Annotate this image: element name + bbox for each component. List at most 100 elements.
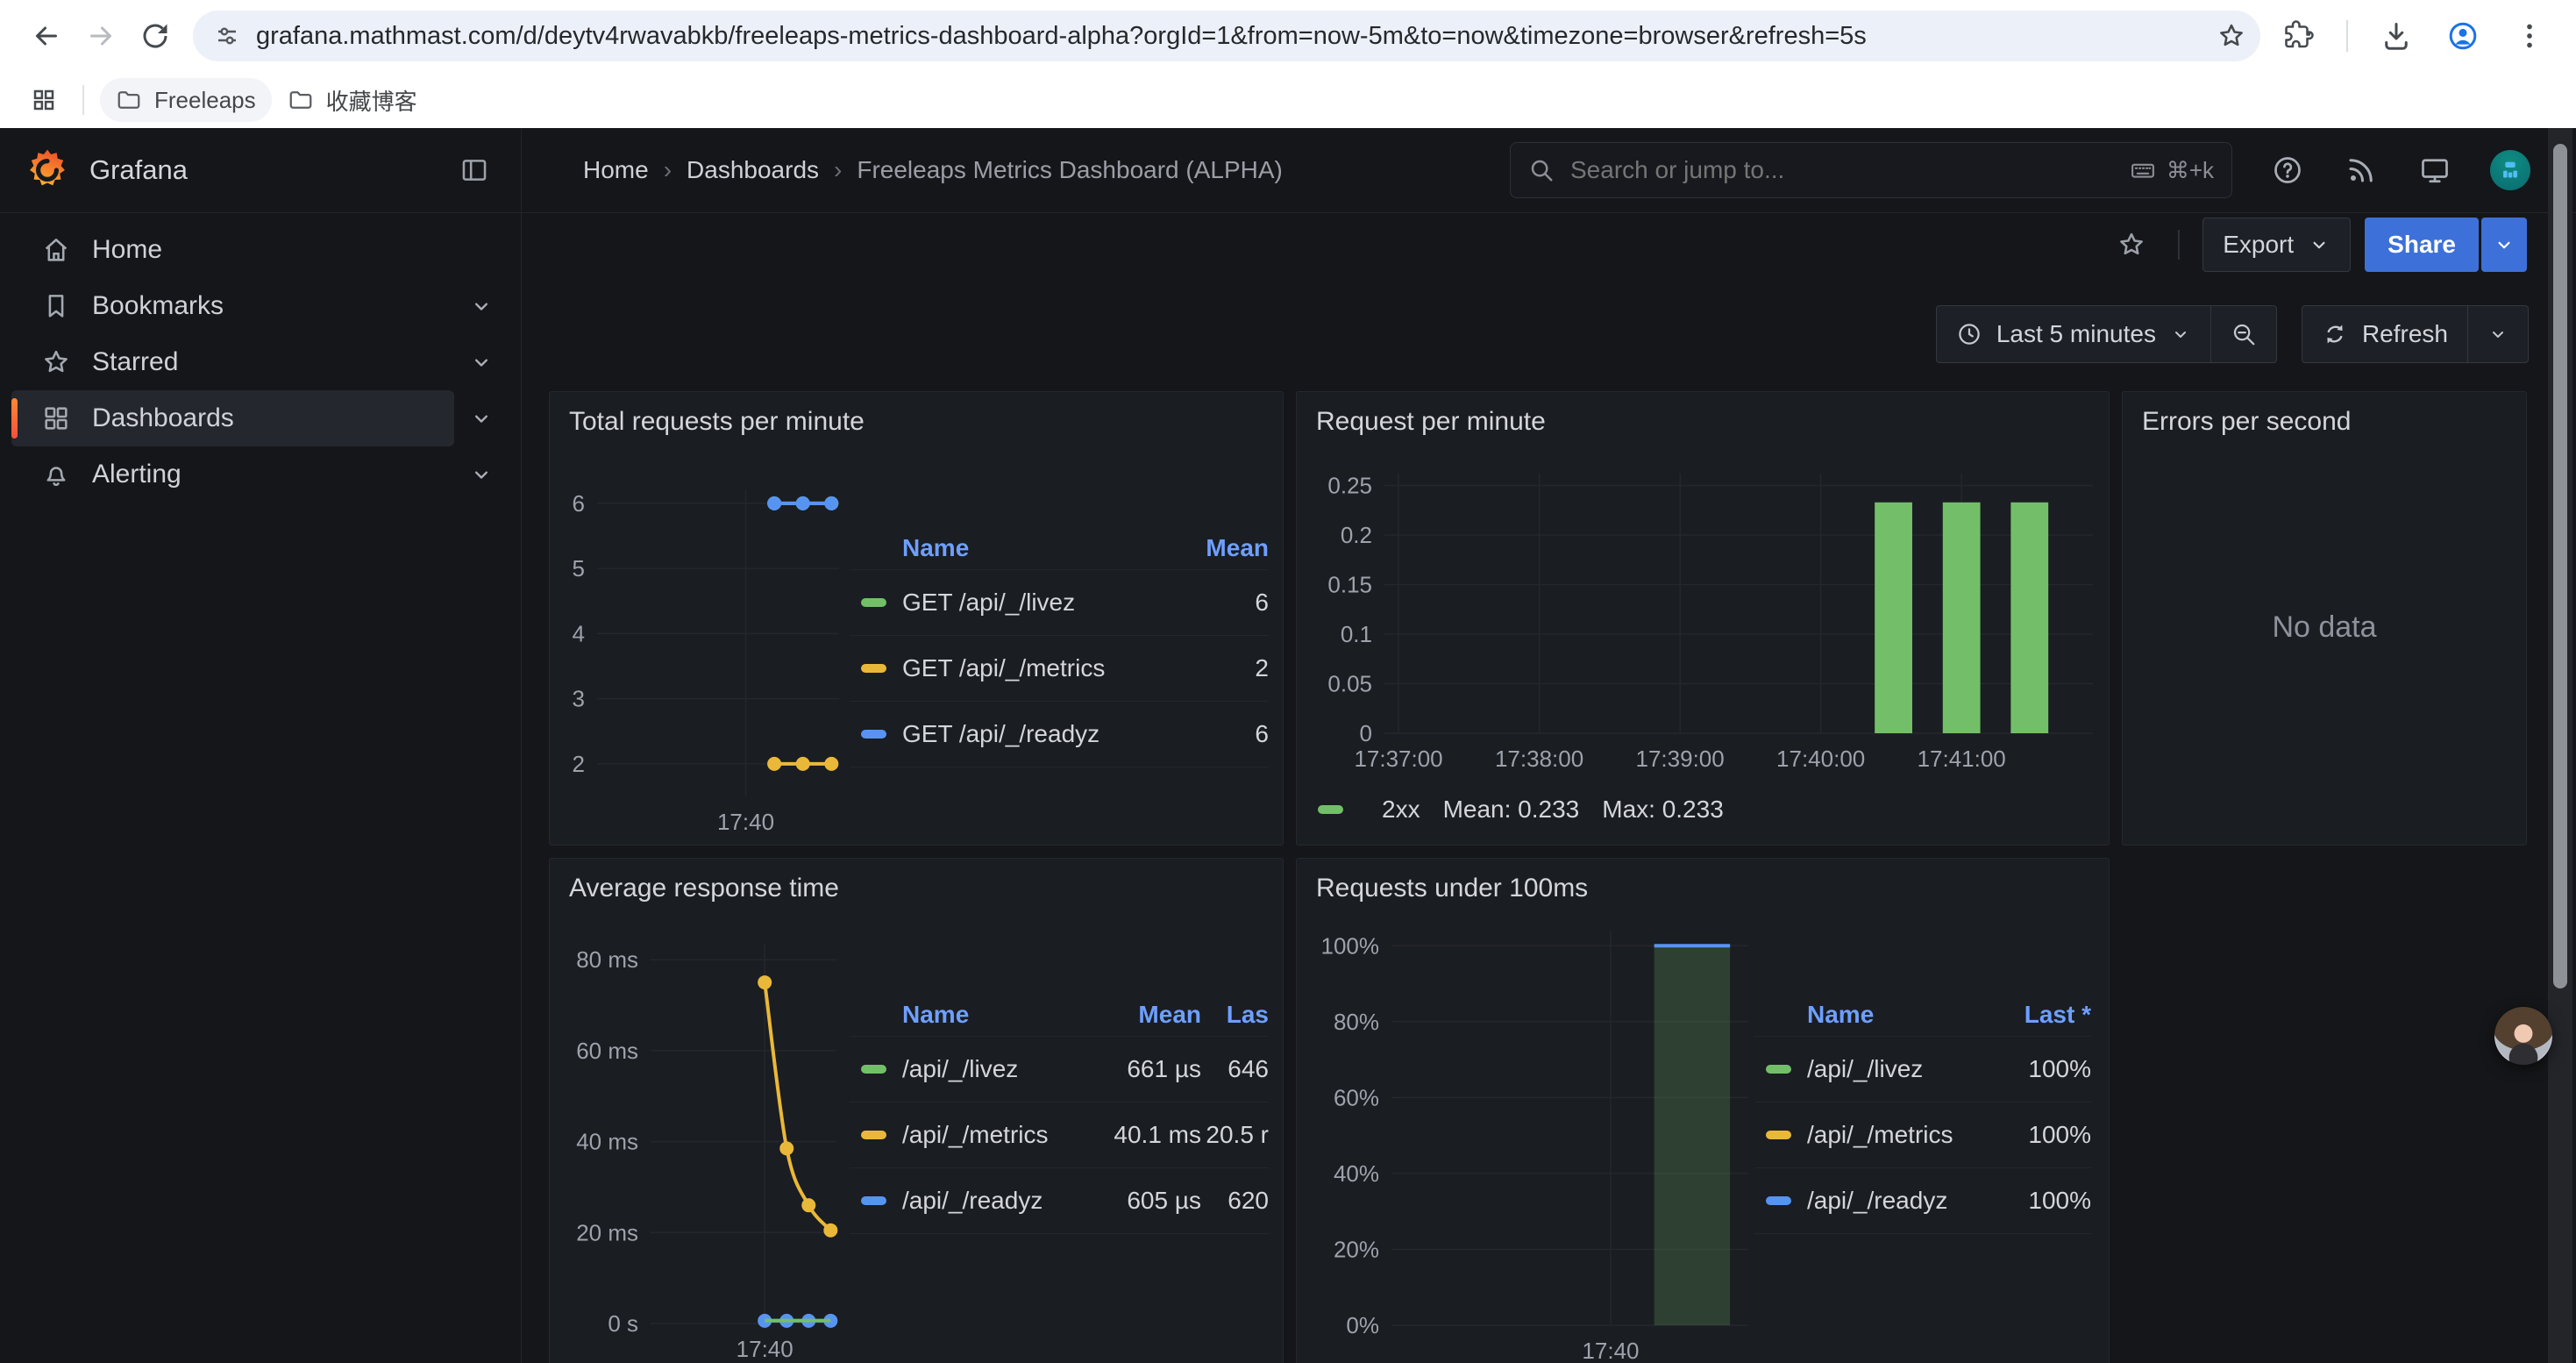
- zoom-out-button[interactable]: [2210, 306, 2276, 362]
- chevron-down-icon: [2308, 233, 2330, 256]
- share-menu-button[interactable]: [2481, 218, 2527, 272]
- legend-series-name[interactable]: /api/_/metrics: [902, 1121, 1070, 1149]
- bookmark-folder-blogs[interactable]: 收藏博客: [272, 78, 433, 122]
- reload-button[interactable]: [128, 9, 182, 63]
- refresh-button[interactable]: Refresh: [2302, 306, 2467, 362]
- series-color-pill[interactable]: [1766, 1065, 1791, 1074]
- zoom-out-icon: [2231, 321, 2257, 347]
- export-button[interactable]: Export: [2202, 218, 2351, 272]
- legend-value: 605 µs: [1070, 1187, 1201, 1215]
- legend-row: GET /api/_/metrics2: [850, 636, 1269, 702]
- url-input[interactable]: [254, 21, 2208, 52]
- bookmark-folder-freeleaps[interactable]: Freeleaps: [100, 78, 272, 122]
- series-color-pill[interactable]: [861, 1065, 886, 1074]
- panel-title-errors-per-second[interactable]: Errors per second: [2123, 392, 2368, 443]
- forward-button[interactable]: [74, 9, 128, 63]
- favorite-dashboard-button[interactable]: [2108, 221, 2155, 268]
- extensions-button[interactable]: [2271, 9, 2325, 63]
- legend-column-header[interactable]: Name: [902, 534, 1163, 562]
- series-color-pill[interactable]: [1766, 1196, 1791, 1205]
- apps-button[interactable]: [21, 77, 67, 123]
- back-arrow-icon: [31, 20, 62, 52]
- legend-column-header[interactable]: Las: [1201, 1001, 1269, 1029]
- legend-series-name[interactable]: /api/_/readyz: [1807, 1187, 1977, 1215]
- legend-column-header[interactable]: Mean: [1163, 534, 1269, 562]
- bookmark-page-button[interactable]: [2208, 12, 2255, 60]
- sidebar-item-starred[interactable]: Starred: [11, 334, 454, 390]
- rss-icon: [2345, 154, 2377, 186]
- chevron-down-icon: [2493, 233, 2516, 256]
- y-axis-label: 2: [573, 751, 585, 777]
- breadcrumb-home[interactable]: Home: [583, 156, 649, 184]
- time-range-picker[interactable]: Last 5 minutes: [1937, 306, 2210, 362]
- request-per-minute-chart[interactable]: 00.050.10.150.20.2517:37:0017:38:0017:39…: [1307, 443, 2095, 794]
- panel-title-request-per-minute[interactable]: Request per minute: [1297, 392, 1563, 443]
- series-color-pill[interactable]: [861, 598, 886, 607]
- series-color-pill[interactable]: [861, 1131, 886, 1139]
- legend-series-name[interactable]: GET /api/_/metrics: [902, 654, 1163, 682]
- legend-series-name[interactable]: GET /api/_/livez: [902, 589, 1163, 617]
- sidebar-item-dashboards[interactable]: Dashboards: [11, 390, 454, 446]
- legend-column-header[interactable]: Last *: [1977, 1001, 2091, 1029]
- sidebar-item-alerting[interactable]: Alerting: [11, 446, 454, 503]
- news-button[interactable]: [2339, 148, 2383, 192]
- grafana-logo: [25, 147, 70, 193]
- sidebar-expand-starred[interactable]: [454, 334, 509, 390]
- sidebar-expand-alerting[interactable]: [454, 446, 509, 503]
- breadcrumb-dashboards[interactable]: Dashboards: [687, 156, 819, 184]
- dashboard-actions: Export Share: [522, 213, 2576, 276]
- help-button[interactable]: [2266, 148, 2309, 192]
- series-color-pill[interactable]: [1318, 805, 1343, 814]
- address-bar[interactable]: [193, 11, 2260, 61]
- home-icon: [41, 235, 71, 265]
- total-requests-chart[interactable]: 6543217:40: [560, 443, 850, 846]
- series-color-pill[interactable]: [1766, 1131, 1791, 1139]
- sidebar-expand-bookmarks[interactable]: [454, 278, 509, 334]
- legend-series-name[interactable]: GET /api/_/readyz: [902, 720, 1163, 748]
- site-settings-icon[interactable]: [214, 23, 240, 49]
- legend-series-name[interactable]: /api/_/livez: [902, 1055, 1070, 1083]
- panel-title-average-response-time[interactable]: Average response time: [550, 859, 857, 910]
- panel-title-total-requests[interactable]: Total requests per minute: [550, 392, 882, 443]
- legend-column-header[interactable]: Name: [902, 1001, 1070, 1029]
- user-avatar[interactable]: [2490, 150, 2530, 190]
- search-bar[interactable]: ⌘+k: [1510, 142, 2232, 198]
- kiosk-mode-button[interactable]: [2413, 148, 2457, 192]
- page-scrollbar[interactable]: [2548, 128, 2572, 1363]
- series-color-pill[interactable]: [861, 730, 886, 739]
- sidebar-expand-dashboards[interactable]: [454, 390, 509, 446]
- assistant-avatar[interactable]: [2494, 1007, 2552, 1065]
- series-color-pill[interactable]: [861, 1196, 886, 1205]
- series-name[interactable]: 2xx: [1382, 796, 1420, 824]
- page-scrollbar-thumb[interactable]: [2553, 144, 2567, 988]
- x-axis-label: 17:40:00: [1776, 746, 1865, 772]
- legend-series-name[interactable]: /api/_/readyz: [902, 1187, 1070, 1215]
- sidebar-row-starred: Starred: [11, 334, 509, 390]
- browser-menu-button[interactable]: [2502, 9, 2557, 63]
- sidebar-item-bookmarks[interactable]: Bookmarks: [11, 278, 454, 334]
- sidebar-item-home[interactable]: Home: [11, 222, 509, 278]
- legend-column-header[interactable]: Name: [1807, 1001, 1977, 1029]
- search-icon: [1528, 157, 1555, 183]
- refresh-interval-button[interactable]: [2467, 306, 2528, 362]
- legend-series-name[interactable]: /api/_/metrics: [1807, 1121, 1977, 1149]
- legend-header: NameMeanLas: [850, 994, 1269, 1037]
- breadcrumb-separator: ›: [664, 156, 672, 184]
- requests-under-100ms-chart[interactable]: 0%20%40%60%80%100%17:40: [1307, 910, 1754, 1363]
- legend-column-header[interactable]: Mean: [1070, 1001, 1201, 1029]
- monitor-icon: [2419, 154, 2451, 186]
- panel-title-requests-under-100ms[interactable]: Requests under 100ms: [1297, 859, 1605, 910]
- series-line: [765, 982, 830, 1231]
- mega-menu-toggle[interactable]: [454, 154, 495, 186]
- search-input[interactable]: [1569, 155, 2130, 185]
- kebab-menu-icon: [2514, 20, 2545, 52]
- average-response-time-chart[interactable]: 80 ms60 ms40 ms20 ms0 s17:40: [560, 910, 850, 1363]
- back-button[interactable]: [19, 9, 74, 63]
- series-color-pill[interactable]: [861, 664, 886, 673]
- share-button[interactable]: Share: [2365, 218, 2479, 272]
- legend-value: 620: [1201, 1187, 1269, 1215]
- profile-button[interactable]: [2436, 9, 2490, 63]
- legend-series-name[interactable]: /api/_/livez: [1807, 1055, 1977, 1083]
- downloads-button[interactable]: [2369, 9, 2423, 63]
- folder-icon: [116, 87, 142, 113]
